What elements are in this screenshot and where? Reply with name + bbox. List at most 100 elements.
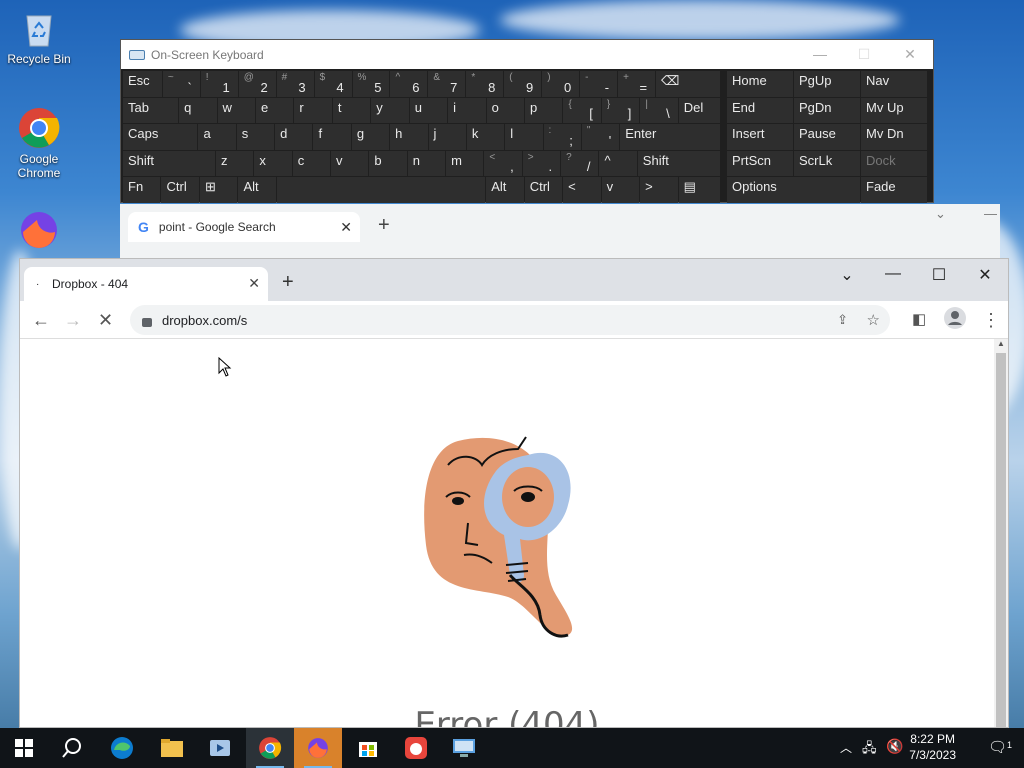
key-m[interactable]: m [446, 150, 484, 176]
start-button[interactable] [0, 728, 48, 768]
maximize-button[interactable]: ☐ [849, 46, 879, 63]
browser-window[interactable]: · Dropbox - 404 ✕ + ⌄ — ☐ ✕ ← → ✕ dropbo… [19, 258, 1009, 728]
osk-titlebar[interactable]: On-Screen Keyboard — ☐ ✕ [121, 40, 933, 69]
url-text[interactable]: dropbox.com/s [162, 313, 247, 328]
key-o[interactable]: o [486, 97, 524, 123]
key-symbol[interactable]: ⊞ [199, 177, 238, 203]
key-z[interactable]: z [216, 150, 254, 176]
key-3[interactable]: #3 [276, 71, 314, 97]
key-caps[interactable]: Caps [123, 124, 198, 150]
key-dock[interactable]: Dock [861, 150, 927, 176]
key-l[interactable]: l [505, 124, 543, 150]
taskbar-app[interactable] [392, 728, 440, 768]
key-v[interactable]: v [601, 177, 640, 203]
key-5[interactable]: % 5 [352, 71, 390, 97]
key-j[interactable]: j [428, 124, 466, 150]
key-home[interactable]: Home [727, 71, 793, 97]
key-q[interactable]: q [179, 97, 217, 123]
tab-dropbox[interactable]: · Dropbox - 404 ✕ [24, 267, 268, 301]
vertical-scrollbar[interactable]: ▲ [994, 339, 1008, 727]
bookmark-star-icon[interactable]: ☆ [867, 311, 880, 329]
close-icon[interactable]: ✕ [340, 219, 352, 236]
key-fn[interactable]: Fn [123, 177, 161, 203]
key-symbol[interactable]: + = [618, 71, 656, 97]
key-a[interactable]: a [198, 124, 236, 150]
new-tab-button[interactable]: + [282, 271, 294, 294]
show-hidden-icons-chevron-icon[interactable]: ︿ [840, 739, 852, 756]
menu-kebab-icon[interactable]: ⋮ [982, 310, 1000, 331]
key-8[interactable]: * 8 [466, 71, 504, 97]
volume-muted-icon[interactable]: 🔇 [886, 738, 903, 755]
key-h[interactable]: h [390, 124, 428, 150]
key-esc[interactable]: Esc [123, 71, 162, 97]
key-shift[interactable]: Shift [637, 150, 721, 176]
key-options[interactable]: Options [727, 177, 860, 203]
key-d[interactable]: d [275, 124, 313, 150]
key-r[interactable]: r [294, 97, 332, 123]
key-e[interactable]: e [255, 97, 294, 123]
key-shift[interactable]: Shift [123, 150, 216, 176]
taskbar-video-editor[interactable] [196, 728, 244, 768]
new-tab-button[interactable]: + [378, 214, 390, 237]
key-symbol[interactable]: | \ [640, 97, 678, 123]
desktop-icon-recycle-bin[interactable]: Recycle Bin [4, 6, 74, 66]
key-v[interactable]: v [331, 150, 369, 176]
taskbar-edge[interactable] [98, 728, 146, 768]
key-symbol[interactable]: ~ ` [162, 71, 200, 97]
key-4[interactable]: $4 [314, 71, 352, 97]
scroll-up-icon[interactable]: ▲ [997, 339, 1005, 348]
key-mvup[interactable]: Mv Up [861, 97, 927, 123]
minimize-button[interactable]: — [805, 46, 835, 62]
side-panel-icon[interactable]: ◧ [912, 310, 926, 328]
key-ctrl[interactable]: Ctrl [524, 177, 563, 203]
key-1[interactable]: ! 1 [200, 71, 238, 97]
taskbar-firefox[interactable] [294, 728, 342, 768]
key-9[interactable]: (9 [504, 71, 542, 97]
key-c[interactable]: c [292, 150, 331, 176]
key-alt[interactable]: Alt [238, 177, 276, 203]
clock[interactable]: 8:22 PM 7/3/2023 [909, 731, 956, 763]
close-button[interactable]: ✕ [895, 46, 925, 63]
desktop-icon-chrome[interactable]: Google Chrome [4, 106, 74, 180]
key-del[interactable]: Del [678, 97, 721, 123]
tab-google-search[interactable]: G point - Google Search ✕ [128, 212, 360, 242]
key-symbol[interactable]: <, [484, 150, 522, 176]
key-symbol[interactable]: ▤ [678, 177, 721, 203]
key-symbol[interactable]: ? / [561, 150, 599, 176]
taskbar-store[interactable] [344, 728, 392, 768]
key-symbol[interactable]: " ' [581, 124, 620, 150]
desktop-icon-firefox[interactable] [4, 208, 74, 254]
on-screen-keyboard[interactable]: On-Screen Keyboard — ☐ ✕ Esc ~ `! 1 @2 #3 $4% 5… [120, 39, 934, 203]
close-button[interactable]: ✕ [962, 265, 1008, 285]
taskbar-file-explorer[interactable] [148, 728, 196, 768]
key-symbol[interactable]: > [640, 177, 678, 203]
key-w[interactable]: w [217, 97, 255, 123]
back-icon[interactable]: ← [32, 310, 50, 331]
key-s[interactable]: s [236, 124, 275, 150]
profile-avatar-icon[interactable] [944, 307, 966, 334]
key-symbol[interactable]: :; [543, 124, 581, 150]
key-symbol[interactable]: -- [580, 71, 618, 97]
key-y[interactable]: y [371, 97, 409, 123]
background-browser-window[interactable]: G point - Google Search ✕ + ⌄ — [120, 204, 1000, 264]
key-scrlk[interactable]: ScrLk [794, 150, 860, 176]
address-bar[interactable]: dropbox.com/s ⇪ ☆ [130, 305, 890, 335]
key-b[interactable]: b [369, 150, 407, 176]
key-k[interactable]: k [466, 124, 505, 150]
key-enter[interactable]: Enter [620, 124, 721, 150]
maximize-button[interactable]: ☐ [916, 265, 962, 285]
search-button[interactable] [48, 728, 96, 768]
key-n[interactable]: n [407, 150, 446, 176]
notification-center-button[interactable]: 🗨 1 [988, 738, 1016, 760]
key-t[interactable]: t [332, 97, 371, 123]
key-space[interactable] [276, 177, 486, 203]
minimize-button[interactable]: — [870, 265, 916, 283]
key-2[interactable]: @2 [238, 71, 276, 97]
key-prtscn[interactable]: PrtScn [727, 150, 793, 176]
key-pgup[interactable]: PgUp [794, 71, 860, 97]
network-icon[interactable]: 🖧 [862, 739, 877, 761]
key-g[interactable]: g [351, 124, 390, 150]
key-symbol[interactable]: {[ [563, 97, 601, 123]
scrollbar-thumb[interactable] [996, 353, 1006, 727]
chevron-down-icon[interactable]: ⌄ [935, 206, 946, 222]
